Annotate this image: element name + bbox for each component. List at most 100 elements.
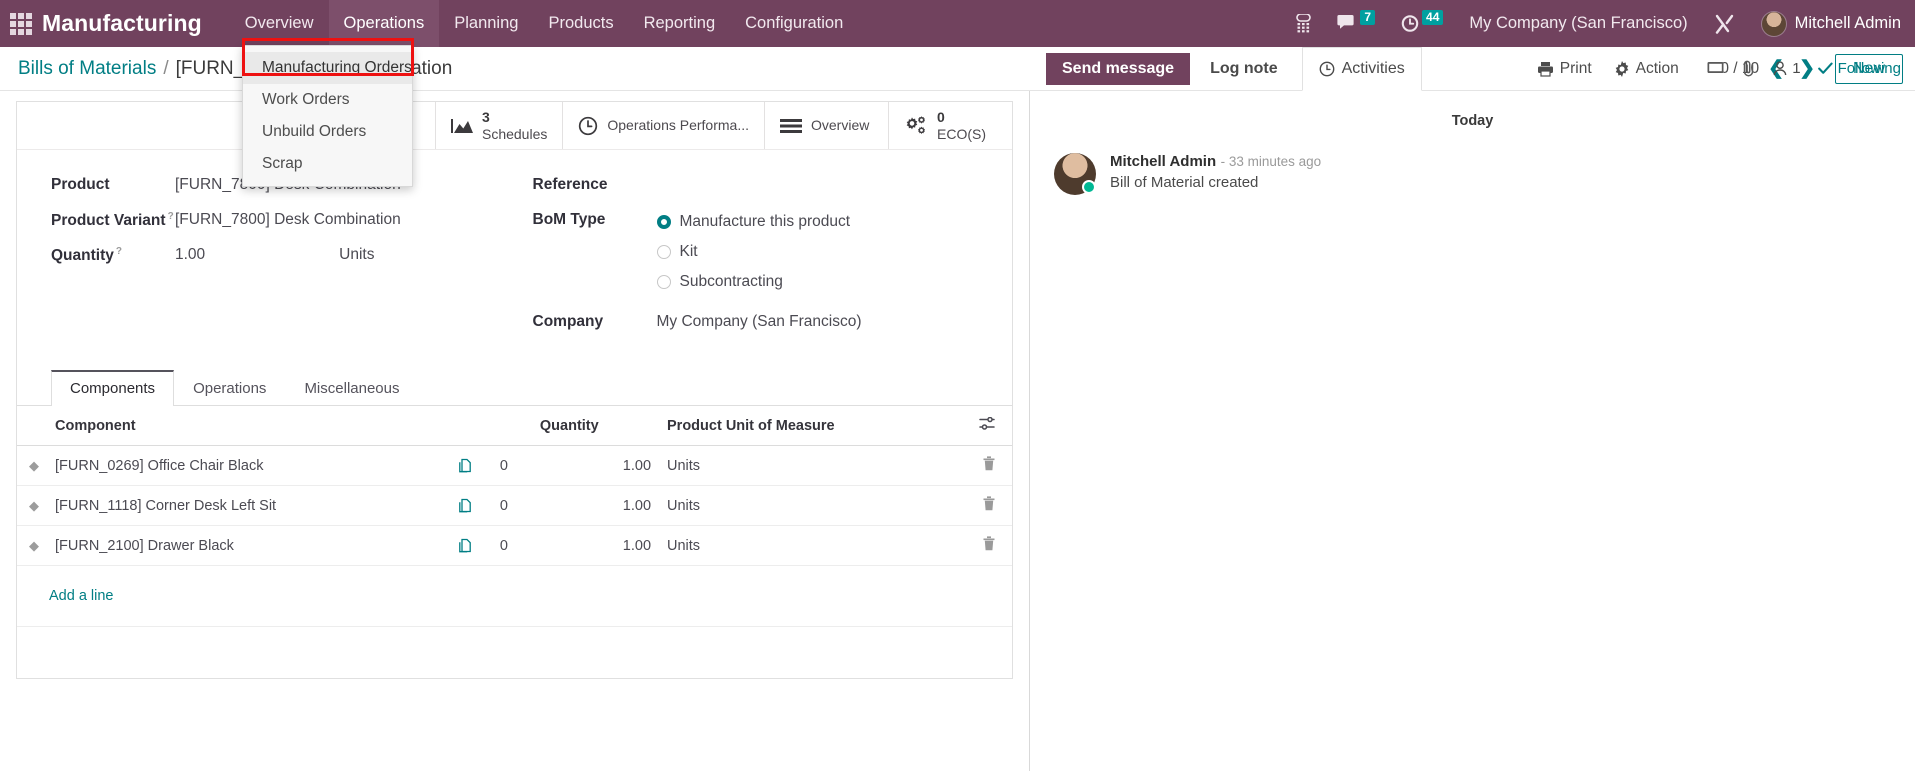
- day-separator: Today: [1451, 113, 1494, 129]
- radio-kit-icon[interactable]: [656, 245, 671, 259]
- field-quantity-label: Quantity?: [51, 242, 133, 265]
- drag-handle-icon[interactable]: ◆: [17, 445, 47, 486]
- cell-component[interactable]: [FURN_2100] Drawer Black: [47, 525, 450, 566]
- field-product-variant: Product Variant? [FURN_7800] Desk Combin…: [51, 207, 515, 242]
- add-a-line-button[interactable]: Add a line: [25, 576, 1004, 616]
- tab-components[interactable]: Components: [51, 370, 175, 406]
- smart-button-row: 3 Schedules Operations Performa... Overv…: [17, 102, 1012, 150]
- radio-manufacture-icon[interactable]: [656, 215, 671, 229]
- cell-quantity[interactable]: 1.00: [531, 485, 660, 526]
- smart-button-overview[interactable]: Overview: [764, 102, 888, 149]
- dropdown-item-manufacturing-orders[interactable]: Manufacturing Orders: [243, 52, 412, 84]
- activities-counter[interactable]: 44: [1388, 0, 1456, 47]
- field-product-variant-value[interactable]: [FURN_7800] Desk Combination: [175, 207, 401, 229]
- breadcrumb-root[interactable]: Bills of Materials: [18, 58, 156, 80]
- table-row[interactable]: ◆ [FURN_1118] Corner Desk Left Sit 0 1.0…: [17, 485, 1012, 526]
- th-quantity[interactable]: Quantity: [531, 406, 660, 446]
- paperclip-icon[interactable]: [1741, 60, 1756, 77]
- document-icon[interactable]: [449, 485, 492, 526]
- navbar-right-group: 7 44 My Company (San Francisco) Mitchell…: [1283, 0, 1901, 47]
- field-quantity: Quantity? 1.00 Units: [51, 242, 515, 277]
- smart-button-schedules-text: 3 Schedules: [482, 109, 547, 141]
- field-company-value[interactable]: My Company (San Francisco): [657, 309, 862, 331]
- message-header: Mitchell Admin - 33 minutes ago: [1110, 153, 1321, 171]
- notebook: Components Operations Miscellaneous Comp…: [17, 370, 1012, 627]
- quantity-hint[interactable]: ?: [116, 246, 122, 257]
- activities-button[interactable]: Activities: [1301, 46, 1422, 91]
- smart-button-operations-performance[interactable]: Operations Performa...: [562, 102, 764, 149]
- field-quantity-value[interactable]: 1.00: [175, 242, 205, 264]
- radio-subcontracting-icon[interactable]: [656, 275, 671, 289]
- components-table-head: Component Quantity Product Unit of Measu…: [17, 406, 1012, 446]
- user-menu[interactable]: Mitchell Admin: [1748, 0, 1901, 47]
- cell-attach-count: 0: [491, 485, 532, 526]
- company-switcher[interactable]: My Company (San Francisco): [1456, 14, 1700, 33]
- dropdown-item-scrap[interactable]: Scrap: [243, 148, 412, 180]
- document-icon[interactable]: [449, 445, 492, 486]
- activities-label: Activities: [1341, 59, 1405, 77]
- log-note-button[interactable]: Log note: [1194, 53, 1294, 85]
- nav-menu-planning[interactable]: Planning: [439, 0, 533, 47]
- th-attach: [449, 406, 492, 446]
- trash-icon[interactable]: [971, 445, 1012, 486]
- dropdown-item-unbuild-orders[interactable]: Unbuild Orders: [243, 116, 412, 148]
- followers-counter[interactable]: 1: [1773, 60, 1801, 77]
- nav-menu-products[interactable]: Products: [533, 0, 628, 47]
- trash-icon[interactable]: [971, 485, 1012, 526]
- clock-icon: [578, 116, 598, 136]
- th-attach-count: [491, 406, 532, 446]
- smart-button-schedules[interactable]: 3 Schedules: [434, 102, 562, 149]
- table-row[interactable]: ◆ [FURN_2100] Drawer Black 0 1.00 Units: [17, 525, 1012, 566]
- cell-uom[interactable]: Units: [659, 445, 971, 486]
- cell-component[interactable]: [FURN_0269] Office Chair Black: [47, 445, 450, 486]
- field-bom-type: BoM Type Manufacture this product Kit Su…: [533, 207, 1013, 297]
- tab-operations[interactable]: Operations: [174, 370, 285, 406]
- nav-menu-overview[interactable]: Overview: [230, 0, 329, 47]
- form-fields-grid: Product [FURN_7800] Desk Combination Pro…: [17, 150, 1012, 348]
- smart-button-ecos[interactable]: 0 ECO(S): [888, 102, 1012, 149]
- product-variant-hint[interactable]: ?: [168, 211, 174, 222]
- app-brand-title[interactable]: Manufacturing: [42, 10, 202, 37]
- dropdown-item-work-orders[interactable]: Work Orders: [243, 84, 412, 116]
- drag-handle-icon[interactable]: ◆: [17, 485, 47, 526]
- send-message-button[interactable]: Send message: [1046, 52, 1191, 85]
- nav-menu-reporting[interactable]: Reporting: [629, 0, 731, 47]
- main-body: 3 Schedules Operations Performa... Overv…: [0, 46, 1915, 771]
- messages-counter[interactable]: 7: [1324, 0, 1388, 47]
- drag-handle-icon[interactable]: ◆: [17, 525, 47, 566]
- cell-uom[interactable]: Units: [659, 525, 971, 566]
- th-drag: [17, 406, 47, 446]
- dialpad-icon[interactable]: [1283, 0, 1324, 47]
- message-avatar: [1054, 153, 1096, 195]
- cell-component[interactable]: [FURN_1118] Corner Desk Left Sit: [47, 485, 450, 526]
- wrench-tools-icon[interactable]: [1701, 0, 1748, 47]
- note-icon[interactable]: [1707, 61, 1724, 76]
- quantity-text: Quantity: [51, 247, 114, 265]
- cell-uom[interactable]: Units: [659, 485, 971, 526]
- apps-grid-icon[interactable]: [8, 11, 34, 37]
- column-settings-icon[interactable]: [971, 406, 1012, 446]
- breadcrumb-separator: /: [163, 57, 169, 79]
- radio-option-subcontracting[interactable]: Subcontracting: [656, 267, 851, 297]
- bars-icon: [780, 118, 802, 134]
- nav-menu-operations[interactable]: Operations: [328, 0, 440, 47]
- radio-manufacture-label: Manufacture this product: [679, 213, 851, 230]
- table-row[interactable]: ◆ [FURN_0269] Office Chair Black 0 1.00 …: [17, 445, 1012, 486]
- trash-icon[interactable]: [971, 525, 1012, 566]
- nav-menu-configuration[interactable]: Configuration: [730, 0, 858, 47]
- tab-miscellaneous[interactable]: Miscellaneous: [285, 370, 418, 406]
- following-button[interactable]: Following: [1817, 60, 1901, 77]
- cell-quantity[interactable]: 1.00: [531, 525, 660, 566]
- radio-option-manufacture[interactable]: Manufacture this product: [656, 207, 851, 237]
- document-icon[interactable]: [449, 525, 492, 566]
- cell-quantity[interactable]: 1.00: [531, 445, 660, 486]
- smart-button-overview-label: Overview: [811, 117, 870, 134]
- message-content: Mitchell Admin - 33 minutes ago Bill of …: [1110, 153, 1321, 195]
- th-component[interactable]: Component: [47, 406, 450, 446]
- add-line-row[interactable]: Add a line: [17, 565, 1012, 627]
- gears-icon: [904, 115, 928, 136]
- th-uom[interactable]: Product Unit of Measure: [659, 406, 971, 446]
- radio-option-kit[interactable]: Kit: [656, 237, 851, 267]
- field-company: Company My Company (San Francisco): [533, 309, 1013, 344]
- form-column-left: Product [FURN_7800] Desk Combination Pro…: [17, 172, 515, 344]
